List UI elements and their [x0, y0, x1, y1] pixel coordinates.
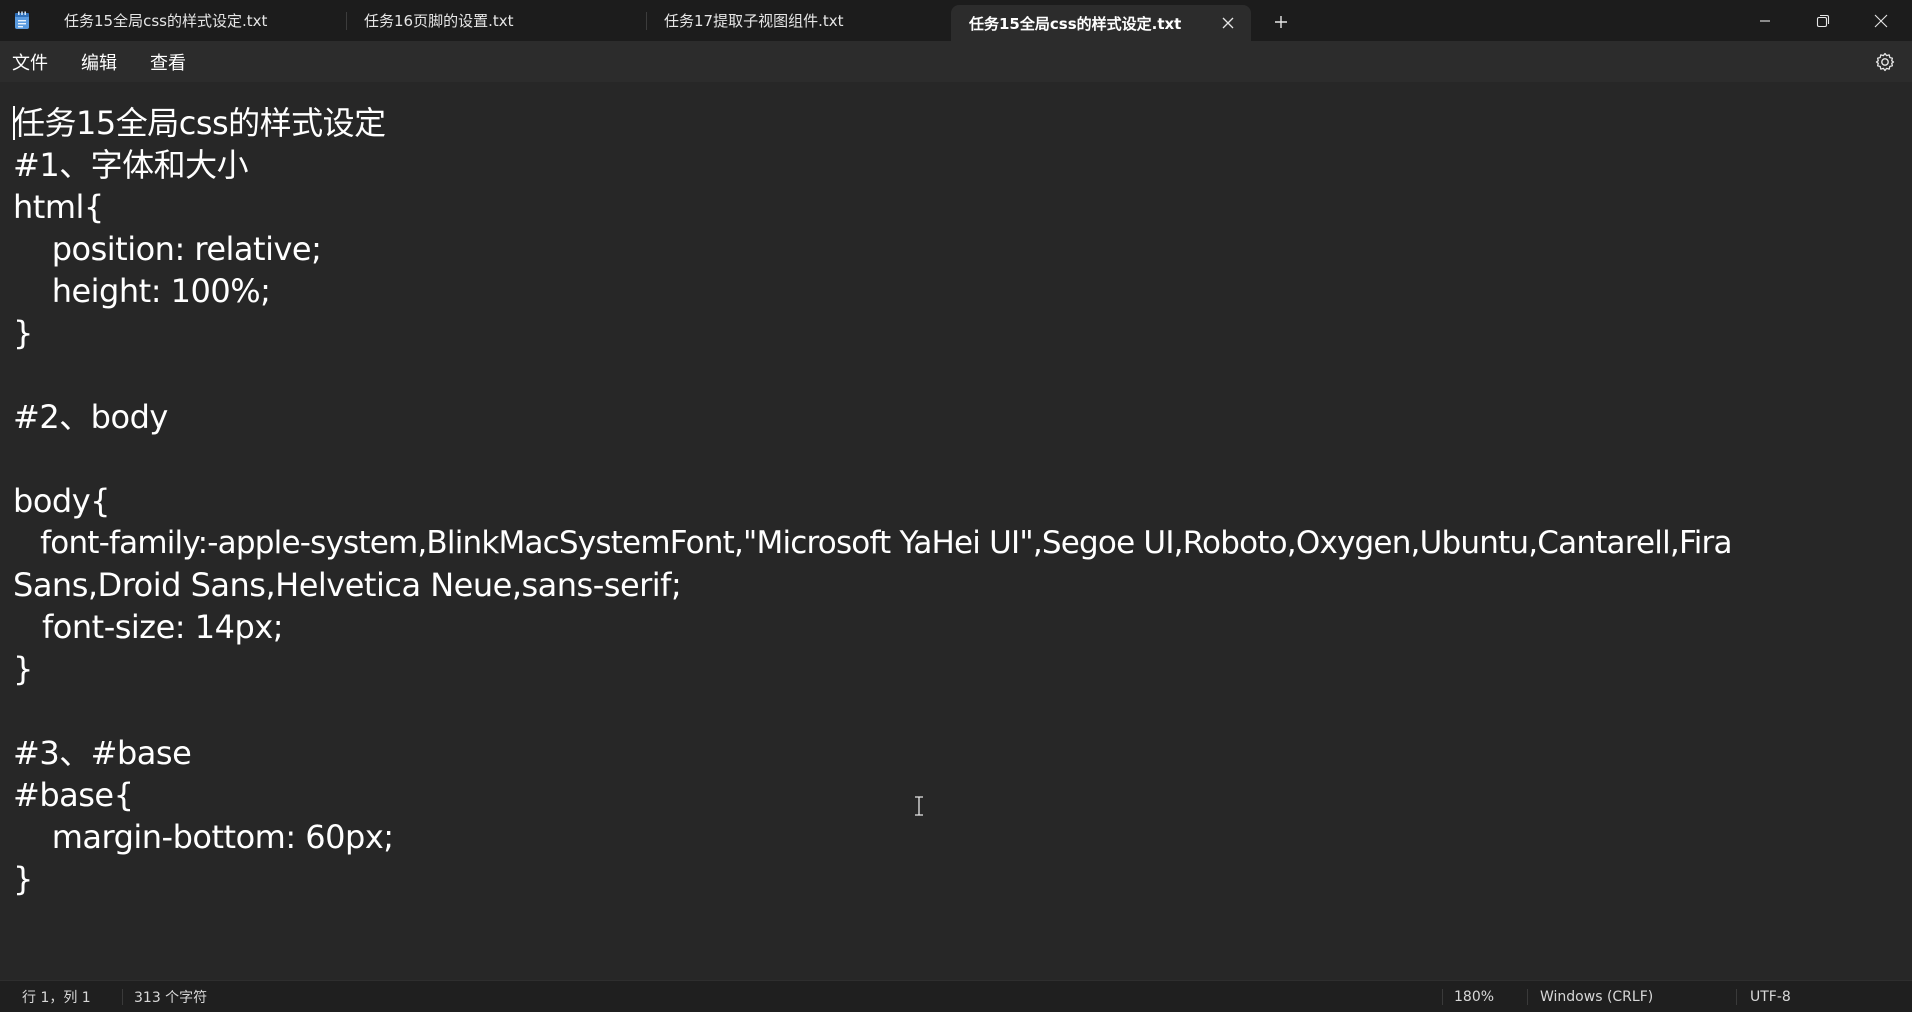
editor-line: html{ — [13, 188, 104, 226]
plus-icon[interactable] — [1268, 9, 1294, 35]
editor-line: 任务15全局css的样式设定 — [13, 104, 386, 142]
tab-active[interactable]: 任务15全局css的样式设定.txt — [951, 5, 1251, 41]
gear-icon[interactable] — [1874, 51, 1896, 73]
tab-bar: 任务15全局css的样式设定.txt 任务16页脚的设置.txt 任务17提取子… — [0, 0, 1912, 41]
editor-line: font-family:-apple-system,BlinkMacSystem… — [13, 525, 1732, 561]
editor-line: margin-bottom: 60px; — [13, 818, 394, 856]
editor-line: height: 100%; — [13, 272, 271, 310]
text-cursor-icon — [915, 796, 923, 816]
minimize-icon[interactable] — [1736, 0, 1794, 41]
tab-label: 任务15全局css的样式设定.txt — [969, 14, 1182, 33]
editor-line: } — [13, 860, 33, 898]
menu-bar: 文件 编辑 查看 — [0, 41, 1912, 82]
restore-icon[interactable] — [1794, 0, 1852, 41]
editor-line: #base{ — [13, 776, 134, 814]
status-separator — [1442, 989, 1443, 1005]
tab-label: 任务16页脚的设置.txt — [364, 12, 514, 30]
close-window-icon[interactable] — [1852, 0, 1910, 41]
editor-line: } — [13, 650, 33, 688]
tab-1[interactable]: 任务15全局css的样式设定.txt — [46, 0, 346, 41]
editor-line: #2、body — [13, 398, 168, 436]
status-separator — [1527, 989, 1528, 1005]
editor-line: Sans,Droid Sans,Helvetica Neue,sans-seri… — [13, 566, 682, 604]
editor-line: #1、字体和大小 — [13, 146, 249, 184]
close-icon[interactable] — [1219, 14, 1237, 32]
editor-line: } — [13, 314, 33, 352]
character-count: 313 个字符 — [134, 990, 208, 1006]
status-bar: 行 1，列 1 313 个字符 180% Windows (CRLF) UTF-… — [0, 980, 1912, 1012]
notepad-window: 任务15全局css的样式设定.txt 任务16页脚的设置.txt 任务17提取子… — [0, 0, 1912, 1012]
tab-label: 任务15全局css的样式设定.txt — [64, 12, 268, 30]
editor-line: position: relative; — [13, 230, 322, 268]
editor-line: body{ — [13, 482, 111, 520]
tab-3[interactable]: 任务17提取子视图组件.txt — [646, 0, 946, 41]
notepad-icon — [15, 11, 29, 29]
text-editor[interactable]: 任务15全局css的样式设定 #1、字体和大小 html{ position: … — [0, 82, 1912, 980]
status-separator — [1736, 989, 1737, 1005]
encoding[interactable]: UTF-8 — [1750, 981, 1791, 1012]
status-separator — [122, 989, 123, 1005]
menu-view[interactable]: 查看 — [148, 41, 188, 82]
line-ending[interactable]: Windows (CRLF) — [1540, 981, 1653, 1012]
tab-2[interactable]: 任务16页脚的设置.txt — [346, 0, 646, 41]
editor-line: font-size: 14px; — [13, 608, 283, 646]
editor-line: #3、#base — [13, 734, 192, 772]
tab-label: 任务17提取子视图组件.txt — [664, 12, 844, 30]
menu-file[interactable]: 文件 — [10, 41, 50, 82]
cursor-position: 行 1，列 1 — [22, 990, 91, 1006]
menu-edit[interactable]: 编辑 — [79, 41, 119, 82]
zoom-level[interactable]: 180% — [1454, 981, 1494, 1012]
